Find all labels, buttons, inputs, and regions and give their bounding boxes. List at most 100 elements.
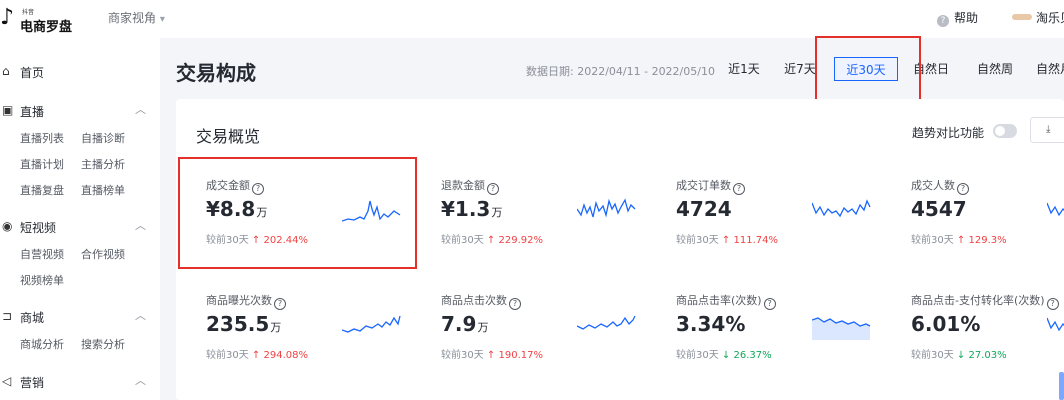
- highlight-box-gmv: [178, 157, 417, 269]
- trend-compare-label: 趋势对比功能: [912, 126, 985, 140]
- page-title: 交易构成: [176, 61, 256, 85]
- help-label: 帮助: [954, 11, 979, 25]
- user-name: 淘乐贝: [1036, 11, 1064, 25]
- cart-icon: ⊐: [2, 309, 13, 323]
- export-button[interactable]: ⤓: [1030, 117, 1064, 143]
- info-icon[interactable]: ?: [733, 183, 745, 195]
- metric-exposure[interactable]: 商品曝光次数? 235.5万 较前30天 ↑ 294.08%: [176, 292, 406, 392]
- sidebar-item-coop-video[interactable]: 合作视频: [81, 246, 125, 262]
- brand-logo[interactable]: ♪ 抖音 电商罗盘: [0, 5, 80, 36]
- perspective-label: 商家视角: [108, 11, 157, 25]
- sidebar-section-label: 短视频: [20, 221, 57, 235]
- metric-buyers[interactable]: 成交人数? 4547 较前30天 ↑ 129.3%: [881, 177, 1064, 277]
- home-icon: ⌂: [2, 64, 10, 78]
- range-natural-month-button[interactable]: 自然月: [1036, 57, 1064, 81]
- sidebar-item-mall-analysis[interactable]: 商城分析: [20, 336, 64, 352]
- live-icon: ▣: [2, 103, 14, 117]
- sidebar-item-own-video[interactable]: 自营视频: [20, 246, 64, 262]
- metric-label: 退款金额?: [441, 177, 499, 195]
- sparkline: [1047, 202, 1064, 217]
- metric-value: 4724: [676, 197, 732, 221]
- help-link[interactable]: ? 帮助: [937, 9, 978, 27]
- user-menu[interactable]: 淘乐贝: [1012, 9, 1064, 26]
- sparkline: [812, 317, 871, 340]
- metric-compare: 较前30天 ↓ 26.37%: [676, 350, 772, 361]
- download-icon: ⤓: [1046, 124, 1051, 135]
- sidebar: ⌂ 首页 ▣ 直播 ︿ 直播列表 自播诊断 直播计划 主播分析 直播复盘 直播榜…: [0, 38, 160, 400]
- sidebar-section-label: 商城: [20, 311, 45, 325]
- megaphone-icon: ◁: [2, 374, 12, 388]
- avatar: [1012, 14, 1032, 20]
- douyin-logo-icon: ♪: [0, 5, 15, 30]
- sidebar-section-mall[interactable]: ⊐ 商城 ︿: [0, 307, 160, 327]
- metric-label: 商品点击次数?: [441, 292, 521, 310]
- brand-name: 电商罗盘: [20, 20, 73, 35]
- chevron-up-icon: ︿: [135, 309, 146, 322]
- metric-label: 商品点击率(次数)?: [676, 292, 776, 310]
- metric-value: ¥1.3万: [441, 197, 503, 221]
- metric-ctr[interactable]: 商品点击率(次数)? 3.34% 较前30天 ↓ 26.37%: [646, 292, 876, 392]
- top-bar: ♪ 抖音 电商罗盘 商家视角 ▾ ? 帮助 淘乐贝: [0, 0, 1064, 38]
- arrow-down-icon: ↓: [721, 350, 731, 361]
- info-icon[interactable]: ?: [487, 183, 499, 195]
- sparkline: [577, 315, 636, 330]
- sparkline: [1047, 317, 1064, 332]
- metric-value: 6.01%: [911, 312, 981, 336]
- metric-compare: 较前30天 ↓ 27.03%: [911, 350, 1007, 361]
- sparkline: [812, 199, 871, 218]
- metric-conversion[interactable]: 商品点击-支付转化率(次数)? 6.01% 较前30天 ↓ 27.03%: [881, 292, 1064, 392]
- sidebar-item-home[interactable]: ⌂ 首页: [0, 62, 160, 82]
- sparkline: [342, 315, 401, 333]
- metric-label: 商品点击-支付转化率(次数)?: [911, 292, 1059, 310]
- sidebar-item-live-review[interactable]: 直播复盘: [20, 182, 64, 198]
- sidebar-item-label: 首页: [20, 66, 45, 80]
- chevron-up-icon: ︿: [135, 103, 146, 116]
- metric-compare: 较前30天 ↑ 129.3%: [911, 235, 1007, 246]
- range-1-day-button[interactable]: 近1天: [722, 57, 766, 81]
- trend-compare-toggle[interactable]: [993, 124, 1017, 138]
- metric-orders[interactable]: 成交订单数? 4724 较前30天 ↑ 111.74%: [646, 177, 876, 277]
- sparkline: [577, 198, 636, 218]
- sidebar-item-search-analysis[interactable]: 搜索分析: [81, 336, 125, 352]
- sidebar-item-anchor-analysis[interactable]: 主播分析: [81, 156, 125, 172]
- sidebar-item-live-plan[interactable]: 直播计划: [20, 156, 64, 172]
- arrow-up-icon: ↑: [956, 235, 966, 246]
- question-icon: ?: [937, 15, 949, 27]
- metric-compare: 较前30天 ↑ 111.74%: [676, 235, 778, 246]
- metric-value: 4547: [911, 197, 967, 221]
- sidebar-section-marketing[interactable]: ◁ 营销 ︿: [0, 372, 160, 392]
- video-icon: ◉: [2, 219, 13, 233]
- chevron-down-icon: ▾: [159, 14, 165, 25]
- info-icon[interactable]: ?: [509, 298, 521, 310]
- arrow-up-icon: ↑: [251, 350, 261, 361]
- arrow-up-icon: ↑: [486, 235, 496, 246]
- info-icon[interactable]: ?: [274, 298, 286, 310]
- info-icon[interactable]: ?: [957, 183, 969, 195]
- sidebar-section-video[interactable]: ◉ 短视频 ︿: [0, 217, 160, 237]
- metric-label: 成交人数?: [911, 177, 969, 195]
- arrow-up-icon: ↑: [721, 235, 731, 246]
- metric-label: 商品曝光次数?: [206, 292, 286, 310]
- metric-value: 7.9万: [441, 312, 489, 336]
- sidebar-section-live[interactable]: ▣ 直播 ︿: [0, 101, 160, 121]
- range-natural-week-button[interactable]: 自然周: [970, 57, 1020, 81]
- info-icon[interactable]: ?: [1046, 298, 1059, 310]
- toggle-knob: [995, 126, 1005, 136]
- metric-value: 3.34%: [676, 312, 746, 336]
- perspective-switch[interactable]: 商家视角 ▾: [108, 9, 165, 26]
- arrow-down-icon: ↓: [956, 350, 966, 361]
- metric-clicks[interactable]: 商品点击次数? 7.9万 较前30天 ↑ 190.17%: [411, 292, 641, 392]
- chevron-up-icon: ︿: [135, 374, 146, 387]
- metric-compare: 较前30天 ↑ 294.08%: [206, 350, 308, 361]
- sidebar-item-live-ranking[interactable]: 直播榜单: [81, 182, 125, 198]
- info-icon[interactable]: ?: [763, 298, 776, 310]
- metric-compare: 较前30天 ↑ 190.17%: [441, 350, 543, 361]
- sidebar-item-video-ranking[interactable]: 视频榜单: [20, 272, 64, 288]
- sidebar-item-self-diagnosis[interactable]: 自播诊断: [81, 130, 125, 146]
- scrollbar[interactable]: [1059, 372, 1064, 400]
- overview-title: 交易概览: [196, 127, 261, 146]
- metric-refund[interactable]: 退款金额? ¥1.3万 较前30天 ↑ 229.92%: [411, 177, 641, 277]
- date-range-label: 数据日期: 2022/04/11 - 2022/05/10: [526, 65, 715, 78]
- sidebar-item-live-list[interactable]: 直播列表: [20, 130, 64, 146]
- sidebar-section-label: 直播: [20, 105, 45, 119]
